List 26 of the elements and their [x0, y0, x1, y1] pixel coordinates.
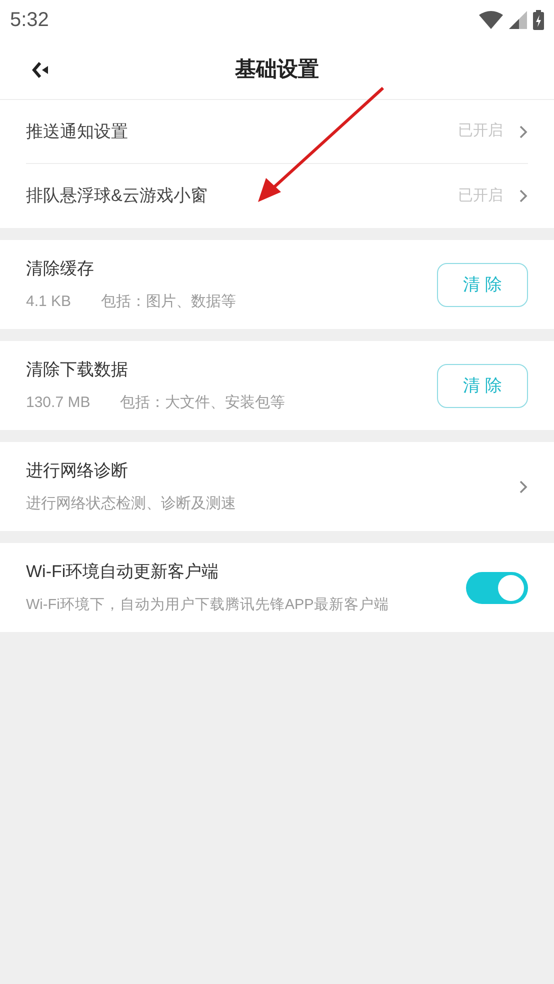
setting-title: 推送通知设置 [26, 120, 128, 143]
size-text: 130.7 MB [26, 392, 90, 412]
setting-title: 进行网络诊断 [26, 460, 129, 482]
back-icon [31, 60, 51, 78]
signal-icon [509, 11, 527, 29]
toggle-switch[interactable] [466, 572, 528, 604]
setting-title: 清除缓存 [26, 258, 95, 280]
setting-title: 清除下载数据 [26, 358, 129, 380]
status-time: 5:32 [10, 8, 49, 33]
wifi-icon [479, 11, 503, 29]
setting-description: Wi-Fi环境下，自动为用户下载腾讯先锋APP最新客户端 [26, 596, 389, 614]
setting-description: 包括：图片、数据等 [101, 292, 236, 312]
status-text: 已开启 [458, 121, 503, 142]
chevron-right-icon [519, 189, 528, 203]
page-title: 基础设置 [235, 56, 319, 83]
chevron-right-icon [519, 124, 528, 138]
chevron-right-icon [519, 480, 528, 494]
battery-icon [533, 10, 544, 30]
status-text: 已开启 [458, 186, 503, 206]
size-text: 4.1 KB [26, 292, 72, 312]
settings-row[interactable]: 排队悬浮球&云游戏小窗 已开启 [26, 164, 528, 228]
setting-description: 进行网络状态检测、诊断及测速 [26, 494, 236, 514]
setting-description: 包括：大文件、安装包等 [120, 392, 286, 412]
setting-title: 排队悬浮球&云游戏小窗 [26, 185, 208, 208]
setting-title: Wi-Fi环境自动更新客户端 [26, 560, 220, 582]
settings-row[interactable]: 推送通知设置 已开启 [26, 100, 528, 164]
